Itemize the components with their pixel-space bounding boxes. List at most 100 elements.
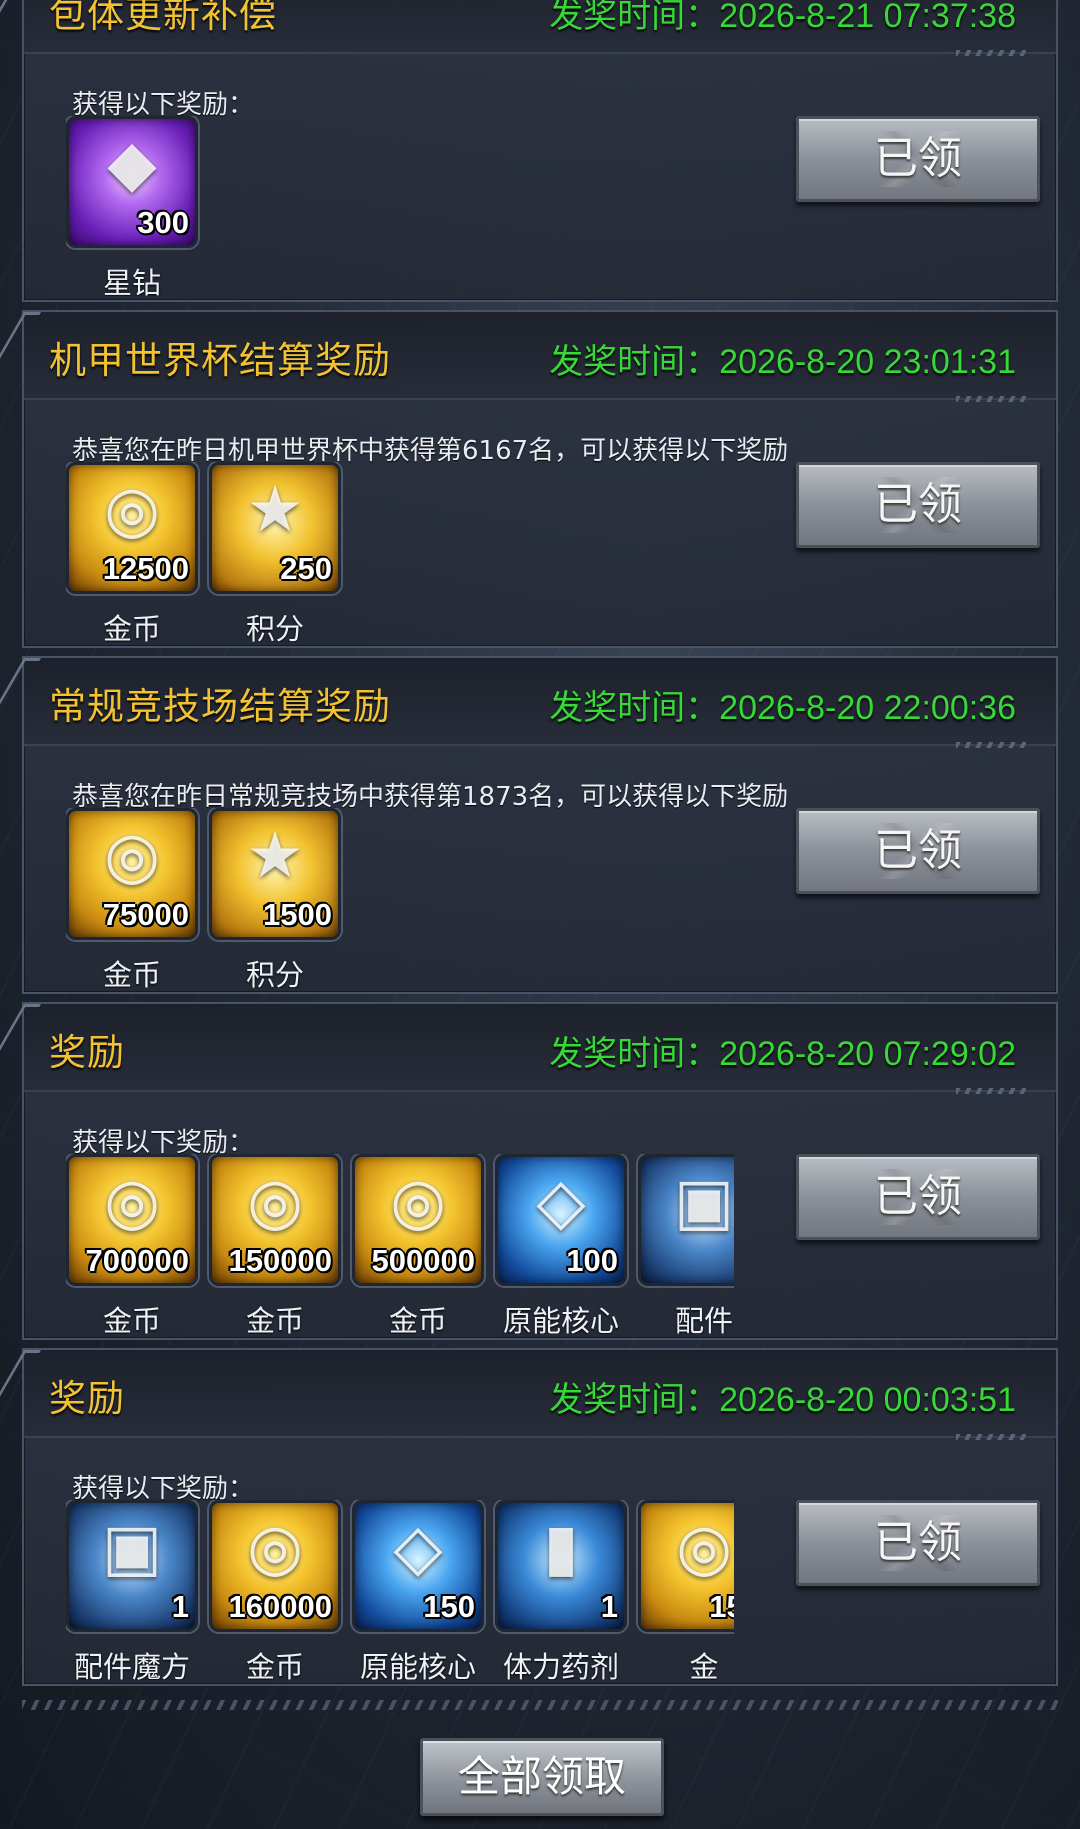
reward-item-count: 160000 <box>228 1589 332 1624</box>
mail-title: 包体更新补偿 <box>49 0 277 36</box>
star-icon-glyph: ★ <box>246 473 304 547</box>
reward-item[interactable]: ▣ 配件 <box>638 1154 734 1334</box>
reward-item-name: 原能核心 <box>502 1304 619 1334</box>
gold-coin-icon: ◎ 150000 <box>209 1154 341 1286</box>
stamina-potion-icon-glyph: ▮ <box>543 1511 579 1585</box>
reward-item[interactable]: ★ 250 积分 <box>209 462 341 642</box>
claim-all-button[interactable]: 全部领取 <box>420 1738 664 1816</box>
reward-item-name: 配件魔方 <box>73 1650 190 1680</box>
claimed-button[interactable]: 已领 <box>796 462 1040 548</box>
reward-item-name: 金币 <box>245 1650 304 1680</box>
gold-coin-icon-glyph: ◎ <box>676 1511 732 1585</box>
diamond-icon-glyph: ◆ <box>107 127 157 201</box>
header-corner-decoration <box>956 396 1026 402</box>
gold-coin-icon-glyph: ◎ <box>390 1165 446 1239</box>
reward-item[interactable]: ◇ 150 原能核心 <box>352 1500 484 1680</box>
reward-item[interactable]: ◆ 300 星钻 <box>66 116 198 296</box>
mail-card-header: 包体更新补偿 发奖时间：2026-8-21 07:37:38 <box>24 0 1056 56</box>
reward-item[interactable]: ◎ 75000 金币 <box>66 808 198 988</box>
header-corner-decoration <box>956 742 1026 748</box>
parts-cube-icon: ▣ 1 <box>66 1500 198 1632</box>
energy-crystal-icon-glyph: ◇ <box>393 1511 443 1585</box>
gold-coin-icon-glyph: ◎ <box>104 473 160 547</box>
reward-item-name: 金币 <box>388 1304 447 1334</box>
reward-item[interactable]: ◎ 160000 金币 <box>209 1500 341 1680</box>
reward-item[interactable]: ▮ 1 体力药剂 <box>495 1500 627 1680</box>
reward-item-count: 150000 <box>228 1243 332 1278</box>
star-icon-glyph: ★ <box>246 819 304 893</box>
reward-item-count: 150 <box>709 1589 734 1624</box>
reward-item[interactable]: ◎ 12500 金币 <box>66 462 198 642</box>
claimed-button-label: 已领 <box>874 1171 962 1222</box>
header-corner-decoration <box>956 1088 1026 1094</box>
claimed-button-label: 已领 <box>874 133 962 184</box>
reward-items-list[interactable]: ◆ 300 星钻 <box>66 116 734 296</box>
reward-item[interactable]: ◎ 150000 金币 <box>209 1154 341 1334</box>
mail-card: 奖励 发奖时间：2026-8-20 00:03:51 获得以下奖励： ▣ 1 配件魔方 ◎ 1… <box>22 1348 1058 1686</box>
reward-item[interactable]: ◎ 700000 金币 <box>66 1154 198 1334</box>
reward-item-name: 金币 <box>102 1304 161 1334</box>
mail-reward-time: 发奖时间：2026-8-20 00:03:51 <box>549 1381 1016 1419</box>
claimed-button-label: 已领 <box>874 1517 962 1568</box>
reward-item-count: 1500 <box>263 897 332 932</box>
reward-item-name: 金币 <box>102 958 161 988</box>
reward-item-name: 金币 <box>102 612 161 642</box>
parts-cube-icon: ▣ <box>638 1154 734 1286</box>
reward-items-list[interactable]: ◎ 700000 金币 ◎ 150000 金币 ◎ 500000 金币 ◇ 100 原能核心 ▣ 配件 <box>66 1154 734 1334</box>
claimed-button[interactable]: 已领 <box>796 1154 1040 1240</box>
energy-crystal-icon-glyph: ◇ <box>536 1165 586 1239</box>
mail-card: 包体更新补偿 发奖时间：2026-8-21 07:37:38 获得以下奖励： ◆ 300… <box>22 0 1058 302</box>
star-icon: ★ 250 <box>209 462 341 594</box>
diamond-icon: ◆ 300 <box>66 116 198 248</box>
reward-item-name: 原能核心 <box>359 1650 476 1680</box>
mail-card: 常规竞技场结算奖励 发奖时间：2026-8-20 22:00:36 恭喜您在昨日常规… <box>22 656 1058 994</box>
reward-item[interactable]: ▣ 1 配件魔方 <box>66 1500 198 1680</box>
reward-item-count: 100 <box>566 1243 618 1278</box>
star-icon: ★ 1500 <box>209 808 341 940</box>
reward-item-name: 配件 <box>674 1304 733 1334</box>
reward-item-count: 700000 <box>85 1243 189 1278</box>
reward-item-count: 75000 <box>102 897 189 932</box>
reward-item-count: 1 <box>171 1589 189 1624</box>
reward-items-list[interactable]: ◎ 75000 金币 ★ 1500 积分 <box>66 808 734 988</box>
reward-item[interactable]: ◎ 150 金 <box>638 1500 734 1680</box>
mail-title: 常规竞技场结算奖励 <box>49 685 391 728</box>
claimed-button-label: 已领 <box>874 825 962 876</box>
reward-item[interactable]: ★ 1500 积分 <box>209 808 341 988</box>
gold-coin-icon: ◎ 12500 <box>66 462 198 594</box>
parts-cube-icon-glyph: ▣ <box>673 1165 734 1239</box>
reward-item-count: 150 <box>423 1589 475 1624</box>
claimed-button-label: 已领 <box>874 479 962 530</box>
mail-reward-time: 发奖时间：2026-8-21 07:37:38 <box>549 0 1016 35</box>
reward-item[interactable]: ◇ 100 原能核心 <box>495 1154 627 1334</box>
reward-item-name: 积分 <box>245 958 304 988</box>
mail-title: 奖励 <box>49 1031 125 1074</box>
reward-item[interactable]: ◎ 500000 金币 <box>352 1154 484 1334</box>
energy-crystal-icon: ◇ 100 <box>495 1154 627 1286</box>
claimed-button[interactable]: 已领 <box>796 116 1040 202</box>
claimed-button[interactable]: 已领 <box>796 1500 1040 1586</box>
claimed-button[interactable]: 已领 <box>796 808 1040 894</box>
reward-items-list[interactable]: ◎ 12500 金币 ★ 250 积分 <box>66 462 734 642</box>
reward-item-count: 12500 <box>102 551 189 586</box>
mail-card-header: 机甲世界杯结算奖励 发奖时间：2026-8-20 23:01:31 <box>24 312 1056 402</box>
mail-card: 奖励 发奖时间：2026-8-20 07:29:02 获得以下奖励： ◎ 700000 金… <box>22 1002 1058 1340</box>
header-corner-decoration <box>956 50 1026 56</box>
reward-item-name: 积分 <box>245 612 304 642</box>
header-corner-decoration <box>956 1434 1026 1440</box>
gold-coin-icon-glyph: ◎ <box>247 1511 303 1585</box>
gold-coin-icon-glyph: ◎ <box>247 1165 303 1239</box>
mail-reward-time: 发奖时间：2026-8-20 22:00:36 <box>549 689 1016 727</box>
mail-title: 奖励 <box>49 1377 125 1420</box>
mail-list[interactable]: 包体更新补偿 发奖时间：2026-8-21 07:37:38 获得以下奖励： ◆ 300… <box>0 0 1080 1700</box>
gold-coin-icon: ◎ 700000 <box>66 1154 198 1286</box>
reward-item-count: 250 <box>280 551 332 586</box>
mail-card-header: 奖励 发奖时间：2026-8-20 07:29:02 <box>24 1004 1056 1094</box>
energy-crystal-icon: ◇ 150 <box>352 1500 484 1632</box>
gold-coin-icon-glyph: ◎ <box>104 1165 160 1239</box>
mail-card-header: 奖励 发奖时间：2026-8-20 00:03:51 <box>24 1350 1056 1440</box>
reward-items-list[interactable]: ▣1配件魔方◎160000金币◇150原能核心▮1体力药剂◎150金 <box>66 1500 734 1680</box>
gold-coin-icon: ◎ 150 <box>638 1500 734 1632</box>
stamina-potion-icon: ▮ 1 <box>495 1500 627 1632</box>
reward-item-count: 1 <box>600 1589 618 1624</box>
